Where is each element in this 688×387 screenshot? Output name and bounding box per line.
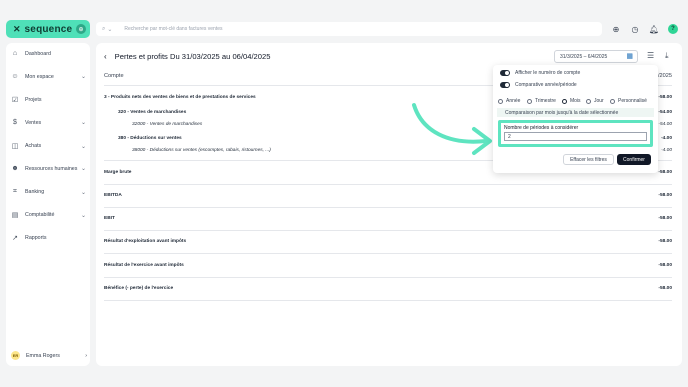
table-row: Résultat de l'exercice avant impôts -58.…	[104, 263, 672, 268]
column-header-period: /2025	[658, 73, 672, 79]
clock-icon[interactable]: ◷	[628, 22, 642, 36]
sidebar-item-mon-espace[interactable]: ☺ Mon espace ⌄	[11, 73, 86, 80]
sidebar-item-projets[interactable]: ☑ Projets	[11, 96, 86, 104]
search-icon: ⌕	[102, 25, 106, 32]
confirm-button[interactable]: Confirmer	[617, 154, 651, 165]
bank-icon: ⌗	[13, 188, 17, 195]
chevron-down-icon: ⌄	[80, 120, 86, 126]
column-header-account: Compte	[104, 73, 124, 79]
toggle-account-number[interactable]	[500, 70, 510, 76]
check-square-icon: ☑	[11, 97, 19, 104]
date-range-picker[interactable]: 31/3/2025 – 6/4/2025 ▦	[554, 50, 638, 63]
divider	[104, 300, 672, 301]
brand-badge-icon[interactable]: ⊕	[76, 24, 86, 34]
chevron-down-icon: ⌄	[80, 166, 86, 172]
main-panel: ‹ Pertes et profits Du 31/03/2025 au 06/…	[96, 43, 682, 366]
sidebar-item-banking[interactable]: ⌗ Banking ⌄	[11, 188, 86, 196]
divider	[104, 207, 672, 208]
user-name: Emma Rogers	[26, 352, 60, 359]
divider	[104, 184, 672, 185]
logo-mark-icon: ✕	[13, 23, 21, 34]
user-icon: ☺	[11, 73, 19, 80]
clear-filters-button[interactable]: Effacer les filtres	[563, 154, 614, 165]
radio-annee[interactable]: Année	[498, 98, 520, 104]
page-title: Pertes et profits Du 31/03/2025 au 06/04…	[114, 52, 271, 61]
divider	[104, 253, 672, 254]
sidebar-item-ressources-humaines[interactable]: ☻ Ressources humaines ⌄	[11, 165, 86, 172]
add-circle-icon[interactable]: ⊕	[609, 22, 623, 36]
table-row: EBITDA -58.00	[104, 193, 672, 198]
bell-icon[interactable]: 🔔︎	[647, 22, 661, 36]
chevron-down-icon: ⌄	[80, 212, 86, 219]
table-row: EBIT -58.00	[104, 216, 672, 221]
chevron-down-icon[interactable]: ⌄	[107, 26, 112, 33]
radio-trimestre[interactable]: Trimestre	[527, 98, 556, 104]
radio-mois[interactable]: Mois	[562, 98, 581, 104]
sidebar: ⌂ Dashboard ☺ Mon espace ⌄ ☑ Projets $ V…	[6, 43, 90, 366]
periods-field-highlight: Nombre de périodes à considérer 2	[498, 120, 653, 147]
comparison-note: Comparaison par mois jusqu'à la date sél…	[497, 108, 654, 117]
sidebar-item-rapports[interactable]: ↗ Rapports	[11, 234, 86, 242]
chevron-down-icon: ⌄	[80, 143, 86, 150]
sidebar-item-achats[interactable]: ◫ Achats ⌄	[11, 142, 86, 150]
chevron-down-icon: ⌄	[80, 74, 86, 80]
date-range-value: 31/3/2025 – 6/4/2025	[560, 53, 608, 60]
periods-field-label: Nombre de périodes à considérer	[504, 125, 579, 131]
table-row: Résultat d'exploitation avant impôts -58…	[104, 239, 672, 244]
home-icon: ⌂	[12, 50, 18, 57]
divider	[104, 230, 672, 231]
page-header: ‹ Pertes et profits Du 31/03/2025 au 06/…	[104, 52, 270, 61]
toggle-comparative[interactable]	[500, 82, 510, 88]
search-input[interactable]: Recherche par mot-clé dans factures vent…	[124, 26, 222, 32]
people-icon: ☻	[11, 165, 19, 172]
shopping-bag-icon: ◫	[11, 143, 19, 150]
download-icon[interactable]: ⤓	[665, 51, 669, 61]
divider	[104, 277, 672, 278]
radio-personnalise[interactable]: Personnalisé	[610, 98, 647, 104]
sidebar-item-ventes[interactable]: $ Ventes ⌄	[11, 119, 86, 126]
user-menu[interactable]: ER Emma Rogers ›	[11, 351, 87, 360]
chart-line-icon: ↗	[12, 235, 18, 242]
filter-settings-icon[interactable]: ☰	[647, 51, 654, 60]
filter-dropdown: Afficher le numéro de compte Comparative…	[493, 65, 658, 173]
app-logo[interactable]: ✕ sequence ⊕	[6, 20, 90, 38]
avatar: ER	[11, 351, 20, 360]
sidebar-item-comptabilite[interactable]: ▤ Comptabilité ⌄	[11, 211, 86, 219]
chevron-down-icon: ⌄	[80, 189, 86, 196]
user-avatar[interactable]: ?	[668, 24, 678, 34]
back-arrow-icon[interactable]: ‹	[104, 52, 107, 61]
sidebar-item-dashboard[interactable]: ⌂ Dashboard	[11, 50, 86, 57]
table-row: Bénéfice (- perte) de l'exercice -58.00	[104, 286, 672, 291]
annotation-arrow-icon	[412, 103, 492, 155]
brand-name: sequence	[24, 23, 73, 35]
global-search[interactable]: ⌕ ⌄ Recherche par mot-clé dans factures …	[96, 22, 602, 36]
radio-jour[interactable]: Jour	[586, 98, 604, 104]
calendar-icon[interactable]: ▦	[626, 52, 633, 60]
periods-count-input[interactable]: 2	[504, 132, 647, 141]
chevron-right-icon: ›	[85, 352, 87, 359]
ledger-icon: ▤	[11, 212, 19, 219]
money-bag-icon: $	[13, 119, 17, 126]
